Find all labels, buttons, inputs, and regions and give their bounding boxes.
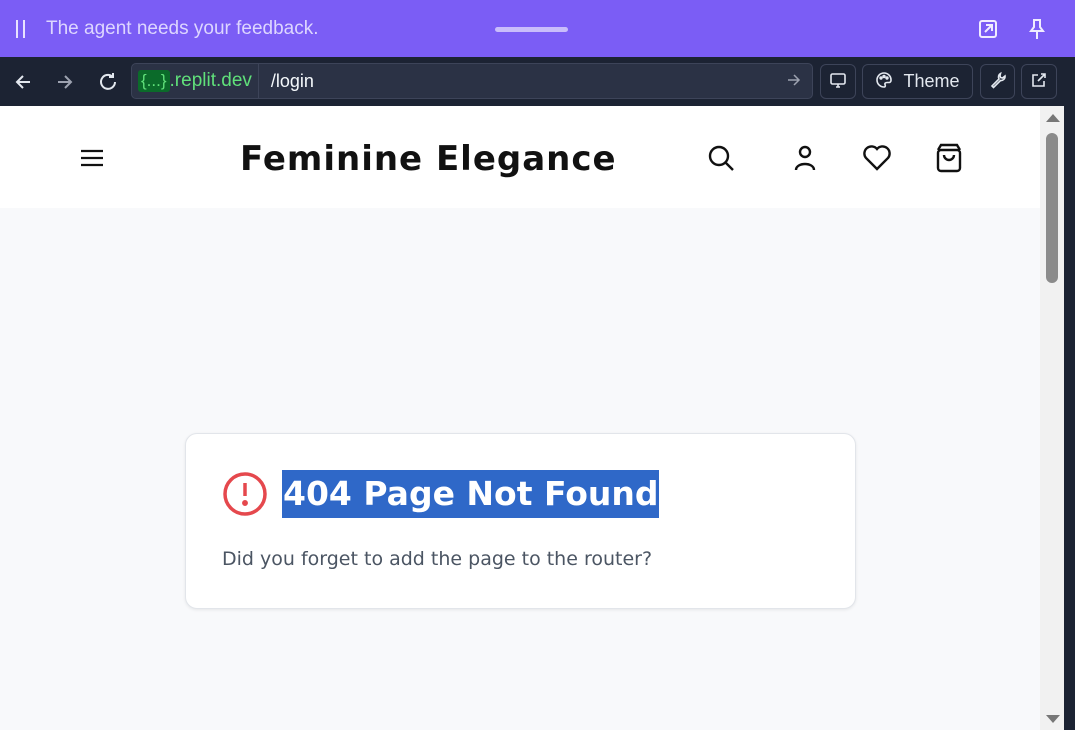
error-message: Did you forget to add the page to the ro… xyxy=(222,548,653,570)
forward-arrow-icon[interactable] xyxy=(52,69,78,95)
scroll-down-arrow-icon[interactable] xyxy=(1046,715,1060,723)
monitor-icon xyxy=(829,71,847,93)
page-scrollbar[interactable] xyxy=(1040,106,1064,730)
brand-title[interactable]: Feminine Elegance xyxy=(240,139,617,179)
hamburger-menu-icon[interactable] xyxy=(76,142,108,174)
error-title: 404 Page Not Found xyxy=(282,470,660,518)
expand-icon[interactable] xyxy=(975,16,1001,42)
window-edge xyxy=(1064,57,1075,730)
site-header: Feminine Elegance xyxy=(0,106,1040,208)
devices-button[interactable] xyxy=(820,64,856,99)
agent-feedback-banner: The agent needs your feedback. xyxy=(0,0,1075,57)
back-arrow-icon[interactable] xyxy=(10,69,36,95)
shopping-bag-icon[interactable] xyxy=(933,142,965,174)
pin-icon[interactable] xyxy=(1024,16,1050,42)
webview: Feminine Elegance 404 Page Not Found Did… xyxy=(0,106,1064,730)
palette-icon xyxy=(875,71,893,93)
agent-message: The agent needs your feedback. xyxy=(46,17,319,39)
user-icon[interactable] xyxy=(789,142,821,174)
url-domain: .replit.dev xyxy=(169,70,252,91)
scroll-up-arrow-icon[interactable] xyxy=(1046,114,1060,122)
browser-toolbar: {...} .replit.dev /login Theme xyxy=(0,57,1075,106)
external-link-icon xyxy=(1030,71,1048,93)
url-domain-pill: {...} xyxy=(138,70,170,92)
error-card: 404 Page Not Found Did you forget to add… xyxy=(185,433,856,609)
search-icon[interactable] xyxy=(705,142,737,174)
heart-icon[interactable] xyxy=(861,142,893,174)
theme-button[interactable]: Theme xyxy=(862,64,973,99)
wrench-icon xyxy=(989,71,1007,93)
reload-icon[interactable] xyxy=(95,69,121,95)
drag-handle[interactable] xyxy=(495,27,568,32)
url-bar[interactable]: {...} .replit.dev /login xyxy=(131,63,813,99)
open-new-tab-button[interactable] xyxy=(1021,64,1057,99)
theme-label: Theme xyxy=(903,71,960,91)
go-arrow-icon[interactable] xyxy=(786,72,802,92)
url-path[interactable]: /login xyxy=(271,71,314,92)
pause-icon[interactable] xyxy=(16,19,28,38)
devtools-button[interactable] xyxy=(980,64,1015,99)
url-divider xyxy=(257,63,259,99)
scrollbar-thumb[interactable] xyxy=(1046,133,1058,283)
alert-circle-icon xyxy=(222,471,268,521)
